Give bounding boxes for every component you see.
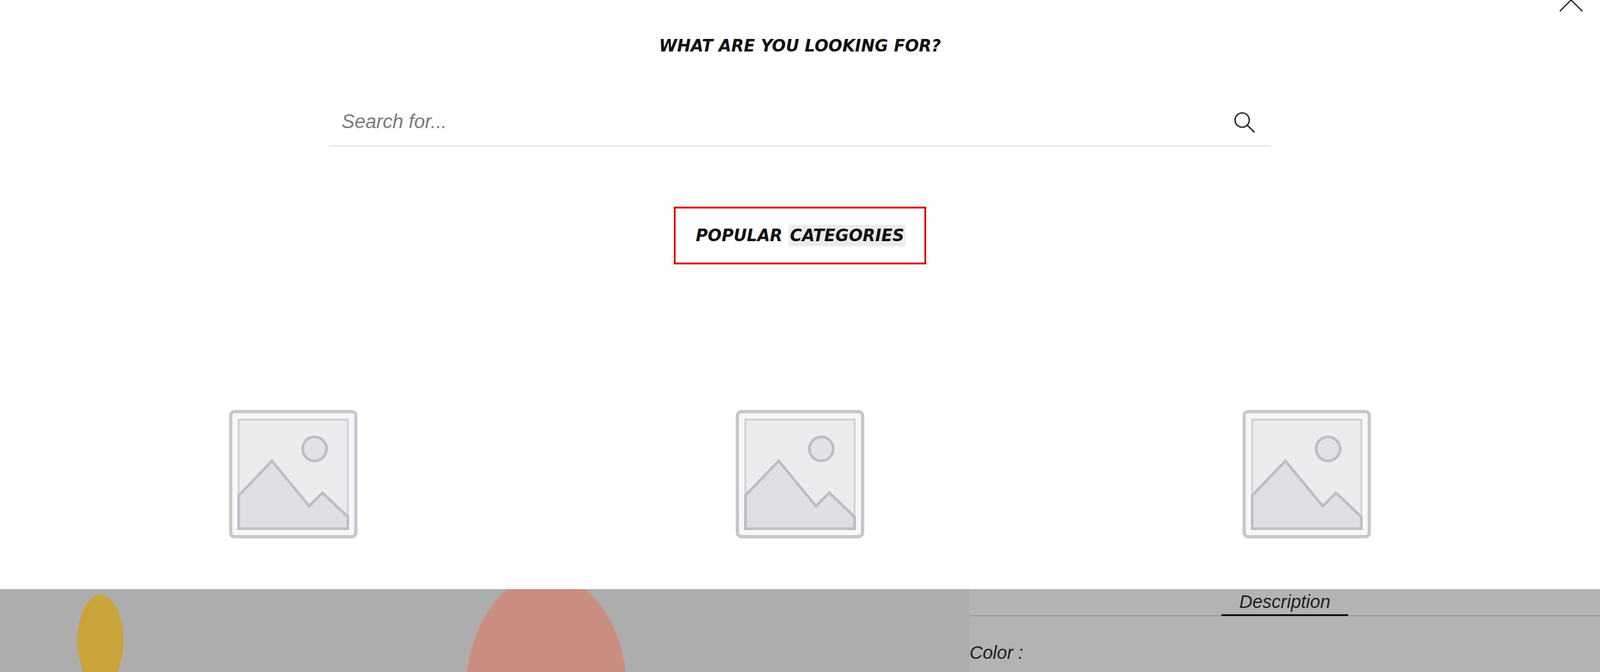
search-overlay: WHAT ARE YOU LOOKING FOR? POPULARCATEGORI… xyxy=(0,0,1600,590)
heading-word: POPULAR xyxy=(694,224,784,247)
attribute-label: Color : xyxy=(969,641,1600,664)
categories-heading: POPULARCATEGORIES xyxy=(673,206,927,265)
search-field[interactable] xyxy=(329,100,1271,147)
screen: Description Color : WHAT ARE YOU LOOKING F… xyxy=(0,0,1600,672)
category-item[interactable] xyxy=(546,407,1054,541)
category-list xyxy=(40,407,1560,541)
category-item[interactable] xyxy=(1053,407,1560,541)
heading-word: CATEGORIES xyxy=(788,224,906,247)
product-tab[interactable]: Description xyxy=(1221,590,1348,617)
search-input[interactable] xyxy=(329,108,1233,136)
overlay-title: WHAT ARE YOU LOOKING FOR? xyxy=(659,35,942,57)
category-item[interactable] xyxy=(40,407,547,541)
image-placeholder-icon xyxy=(733,407,867,541)
product-tabs: Description xyxy=(969,590,1600,617)
search-icon[interactable] xyxy=(1232,109,1256,134)
close-icon[interactable] xyxy=(1558,0,1584,13)
image-placeholder-icon xyxy=(226,407,360,541)
image-placeholder-icon xyxy=(1240,407,1374,541)
